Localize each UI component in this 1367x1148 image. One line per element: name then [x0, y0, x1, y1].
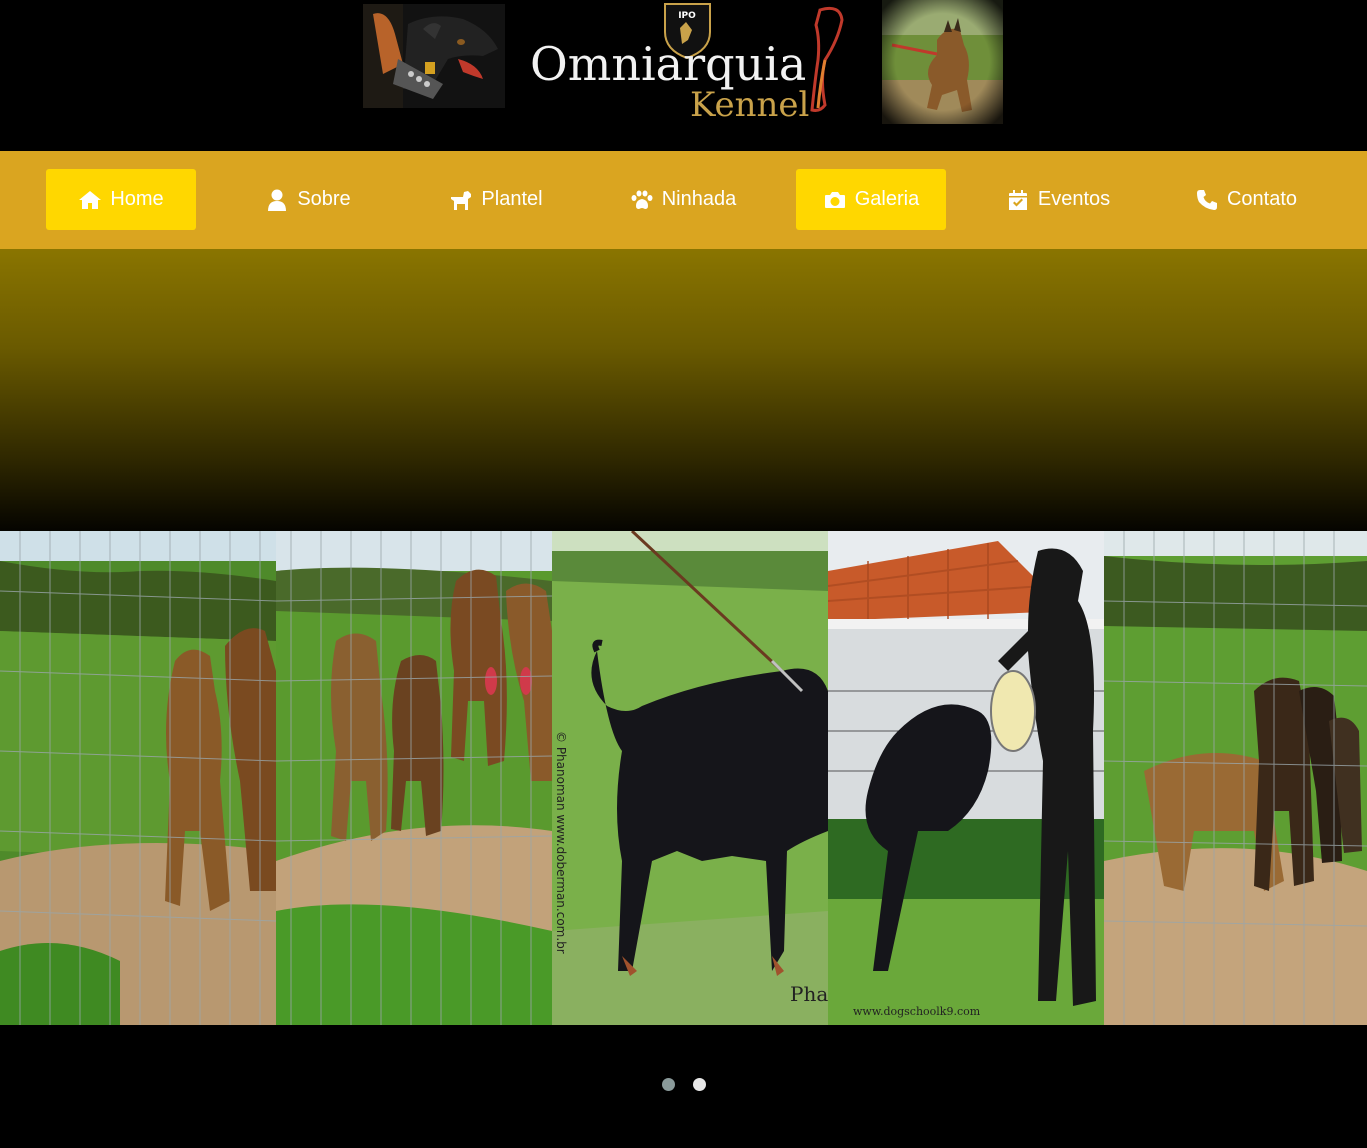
logo-subtitle: Kennel [690, 85, 809, 125]
banner-doberman-photo [363, 4, 505, 108]
nav-item-eventos[interactable]: Eventos [983, 169, 1133, 230]
camera-icon [823, 189, 847, 211]
slide-corner-watermark: Phan [790, 982, 828, 1006]
dog-icon [449, 189, 473, 211]
nav-item-label: Eventos [1037, 188, 1111, 210]
hero-gradient [0, 249, 1367, 531]
nav-item-contato[interactable]: Contato [1171, 169, 1321, 230]
nav-item-galeria[interactable]: Galeria [796, 169, 946, 230]
nav-item-label: Sobre [297, 188, 351, 210]
slide-watermark: © Phanoman www.doberman.com.br [554, 731, 568, 954]
omniarquia-kennel-logo[interactable]: IPO Omniarquia Kennel [520, 0, 850, 125]
logo-title: Omniarquia [530, 37, 806, 91]
carousel-slide-puppies-3[interactable] [1104, 531, 1367, 1025]
nav-item-label: Galeria [854, 188, 920, 210]
phone-icon [1195, 189, 1219, 211]
nav-item-ninhada[interactable]: Ninhada [608, 169, 758, 230]
user-icon [265, 189, 289, 211]
nav-item-label: Ninhada [661, 188, 737, 210]
nav-item-label: Contato [1226, 188, 1298, 210]
carousel-slide-doberman[interactable]: © Phanoman www.doberman.com.br Phan [552, 531, 828, 1025]
slide-watermark: www.dogschoolk9.com [853, 1005, 981, 1018]
nav-item-label: Plantel [481, 188, 543, 210]
nav-item-label: Home [110, 188, 164, 210]
paw-icon [630, 189, 654, 211]
carousel-dot-1[interactable] [661, 1078, 675, 1091]
banner-malinois-photo [882, 0, 1003, 124]
carousel-slide-training[interactable]: www.dogschoolk9.com [828, 531, 1104, 1025]
photo-carousel[interactable]: © Phanoman www.doberman.com.br Phan www.… [0, 531, 1367, 1025]
nav-item-home[interactable]: Home [46, 169, 196, 230]
main-nav: Home Sobre Plantel Ninhada Galeria Event… [0, 151, 1367, 249]
calendar-check-icon [1006, 189, 1030, 211]
logo-badge-text: IPO [678, 11, 696, 21]
home-icon [78, 189, 102, 211]
nav-item-sobre[interactable]: Sobre [233, 169, 383, 230]
carousel-dot-2[interactable] [692, 1078, 706, 1091]
carousel-slide-puppies-1[interactable] [0, 531, 276, 1025]
header-banner: IPO Omniarquia Kennel [0, 0, 1367, 151]
nav-item-plantel[interactable]: Plantel [421, 169, 571, 230]
carousel-indicators [0, 1078, 1367, 1092]
carousel-slide-puppies-2[interactable] [276, 531, 552, 1025]
